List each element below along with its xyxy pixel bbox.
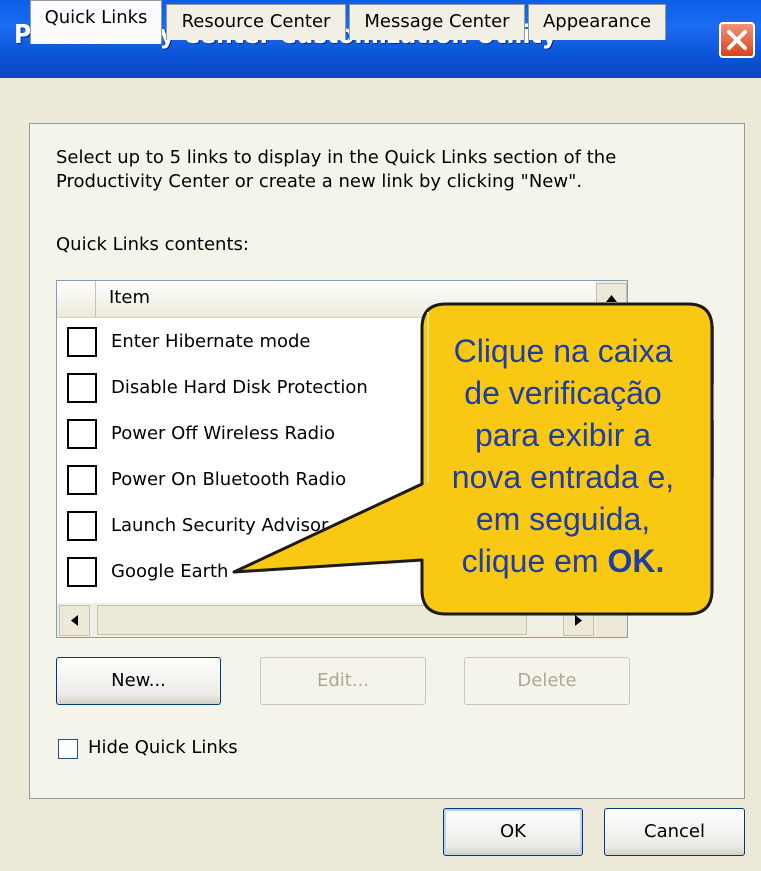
item-label: Disable Hard Disk Protection: [111, 377, 368, 398]
scroll-right-button[interactable]: [563, 605, 594, 636]
contents-label: Quick Links contents:: [56, 234, 249, 255]
item-checkbox[interactable]: [67, 419, 97, 449]
ok-button[interactable]: OK: [443, 808, 583, 856]
tab-resource-center[interactable]: Resource Center: [166, 4, 346, 40]
callout-ok-emphasis: OK.: [607, 543, 665, 579]
tab-appearance[interactable]: Appearance: [528, 4, 666, 40]
item-label: Power On Bluetooth Radio: [111, 469, 347, 490]
arrow-right-icon: [575, 615, 582, 626]
callout-line-6: clique em OK.: [420, 540, 706, 582]
arrow-left-icon: [71, 615, 78, 626]
description-line-1: Select up to 5 links to display in the Q…: [56, 147, 617, 168]
tab-message-center[interactable]: Message Center: [349, 4, 525, 40]
delete-button[interactable]: Delete: [464, 657, 630, 705]
scroll-up-button[interactable]: [596, 283, 627, 314]
item-label: Enter Hibernate mode: [111, 331, 311, 352]
hide-checkbox-box[interactable]: [58, 739, 78, 759]
item-checkbox[interactable]: [67, 327, 97, 357]
list-header: Item: [57, 281, 627, 318]
item-label: Power Off Wireless Radio: [111, 423, 336, 444]
item-label: Google Earth: [111, 561, 229, 582]
edit-button[interactable]: Edit...: [260, 657, 426, 705]
callout-line-3: para exibir a: [474, 417, 652, 453]
item-checkbox[interactable]: [67, 373, 97, 403]
description-line-2: Productivity Center or create a new link…: [56, 171, 583, 192]
item-checkbox[interactable]: [67, 465, 97, 495]
close-button[interactable]: [719, 22, 755, 58]
tab-quick-links[interactable]: Quick Links: [30, 0, 162, 44]
scroll-left-button[interactable]: [59, 605, 90, 636]
cancel-button[interactable]: Cancel: [604, 808, 745, 856]
callout-text: Clique na caixa de verificação para exib…: [420, 330, 706, 582]
item-label: Launch Security Advisor: [111, 515, 329, 536]
close-icon: [727, 30, 747, 50]
scroll-corner: [596, 597, 627, 637]
callout-line-1: Clique na caixa: [453, 333, 673, 369]
callout-line-6-prefix: clique em: [461, 543, 608, 579]
header-checkbox-column[interactable]: [57, 281, 96, 317]
horizontal-scrollbar[interactable]: [57, 603, 596, 637]
new-button[interactable]: New...: [56, 657, 221, 705]
item-checkbox[interactable]: [67, 511, 97, 541]
quick-links-description: Select up to 5 links to display in the Q…: [56, 146, 696, 194]
item-checkbox[interactable]: [67, 557, 97, 587]
horizontal-scroll-thumb[interactable]: [97, 605, 527, 635]
callout-line-5: em seguida,: [475, 501, 651, 537]
hide-checkbox-label: Hide Quick Links: [88, 737, 238, 758]
callout-line-4: nova entrada e,: [451, 459, 675, 495]
callout-line-2: de verificação: [464, 375, 662, 411]
arrow-up-icon: [606, 295, 617, 302]
column-header-item[interactable]: Item: [109, 287, 150, 308]
